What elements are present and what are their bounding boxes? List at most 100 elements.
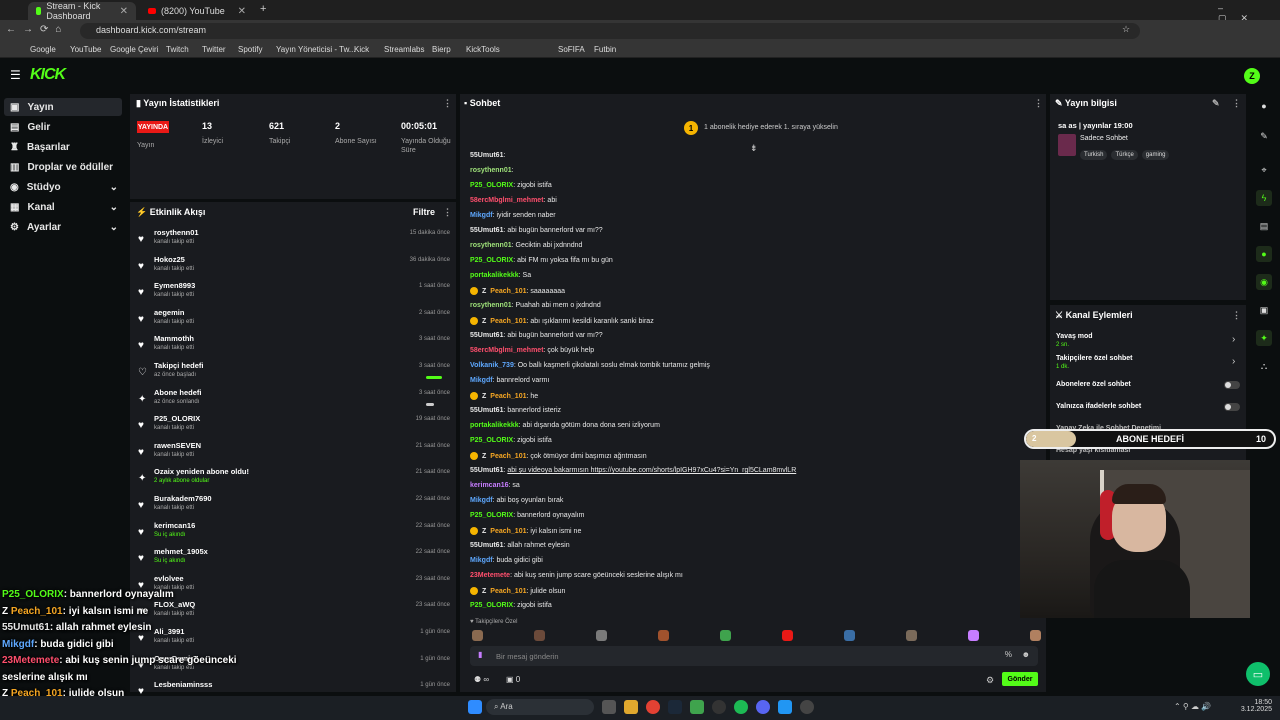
bookmark-yayin-yoneticisi[interactable]: Yayın Yöneticisi - Tw... [276,45,356,54]
bookmark-twitter[interactable]: Twitter [202,45,226,54]
chat-message[interactable]: 55Umut61: allah rahmet eylesin [470,542,570,549]
spotify-icon[interactable] [734,700,748,714]
scroll-down-icon[interactable]: ⇟ [750,143,758,154]
emote-icon[interactable] [906,630,917,641]
chat-username[interactable]: 55Umut61 [470,542,503,549]
emote-icon[interactable] [534,630,545,641]
subs-only-toggle[interactable] [1224,381,1240,389]
chat-username[interactable]: 55Umut61 [470,332,503,339]
bookmark-kicktools[interactable]: KickTools [466,45,500,54]
chat-message[interactable]: 58ercMbglmi_mehmet: abi [470,197,557,204]
activity-event[interactable]: ♥ Mammothh kanalı takip etti 3 saat önce [134,334,454,361]
chat-message[interactable]: Mikgdf: abi boş oyunları bırak [470,497,563,504]
chat-username[interactable]: portakalikekkk [470,422,519,429]
chat-message[interactable]: kerimcan16: sa [470,482,520,489]
chat-message[interactable]: rosythenn01: Geciktin abi jxdnndnd [470,242,582,249]
emote-icon[interactable] [472,630,483,641]
bookmark-google-ceviri[interactable]: Google Çeviri [110,45,158,54]
chat-message[interactable]: Z Peach_101: julide olsun [470,587,565,595]
support-chat-button[interactable]: ▭ [1246,662,1270,686]
chrome-icon[interactable] [646,700,660,714]
chat-message[interactable]: 58ercMbglmi_mehmet: çok büyük help [470,347,594,354]
more-icon[interactable]: ⋮ [1232,310,1241,321]
activity-event[interactable]: ♥ rawenSEVEN kanalı takip etti 21 saat ö… [134,441,454,468]
chat-username[interactable]: 55Umut61 [470,152,503,159]
app-icon[interactable] [800,700,814,714]
sidebar-item-gelir[interactable]: ▤ Gelir [4,118,122,136]
close-tab-icon[interactable]: ✕ [120,6,128,17]
chat-username[interactable]: Mikgdf [470,557,493,564]
windows-start-icon[interactable] [468,700,482,714]
chat-username[interactable]: 55Umut61 [470,227,503,234]
chat-username[interactable]: 55Umut61 [470,467,503,474]
chat-message[interactable]: 55Umut61: bannerlord isteriz [470,407,561,414]
emote-icon[interactable] [1030,630,1041,641]
edit-icon[interactable]: ✎ [1212,98,1220,109]
sidebar-item-kanal[interactable]: ▦ Kanal ⌄ [4,198,122,216]
activity-event[interactable]: ♥ P25_OLORIX kanalı takip etti 19 saat ö… [134,414,454,441]
emote-icon[interactable] [968,630,979,641]
chat-username[interactable]: 58ercMbglmi_mehmet [470,197,544,204]
chat-message[interactable]: Mikgdf: buda gidici gibi [470,557,543,564]
app-icon[interactable] [690,700,704,714]
chat-message[interactable]: Z Peach_101: abı ışıklarımı kesildi karan… [470,317,654,325]
discord-icon[interactable] [756,700,770,714]
chat-username[interactable]: Peach_101 [490,528,526,535]
activity-event[interactable]: ♥ rosythenn01 kanalı takip etti 15 dakik… [134,228,454,255]
tab-youtube[interactable]: (8200) YouTube ✕ [140,2,254,20]
sidebar-item-ayarlar[interactable]: ⚙ Ayarlar ⌄ [4,218,122,236]
chat-message[interactable]: Z Peach_101: iyi kalsın ismi ne [470,527,581,535]
chat-message[interactable]: 23Metemete: abi kuş senin jump scare göe… [470,572,683,579]
chat-username[interactable]: rosythenn01 [470,302,512,309]
bookmark-futbin[interactable]: Futbin [594,45,616,54]
activity-event[interactable]: ♥ evlolvee kanalı takip etti 23 saat önc… [134,574,454,601]
chat-message[interactable]: 55Umut61: abi bugün bannerlord var mı?? [470,227,603,234]
chat-username[interactable]: 55Umut61 [470,407,503,414]
activity-event[interactable]: ♥ Burakadem7690 kanalı takip etti 22 saa… [134,494,454,521]
bookmark-sofifa[interactable]: SoFIFA [558,45,585,54]
chat-message[interactable]: portakalikekkk: abi dışarıda götüm dona … [470,422,660,429]
activity-event[interactable]: ♡ Takipçi hedefi az önce başladı 3 saat … [134,361,454,388]
store-icon[interactable] [778,700,792,714]
chat-message[interactable]: P25_OLORIX: zigobi istifa [470,182,552,189]
chat-username[interactable]: P25_OLORIX [470,602,513,609]
emoji-icon[interactable]: ☻ [1022,650,1030,659]
chat-message[interactable]: Mikgdf: bannrelord varmı [470,377,549,384]
points-icon[interactable]: ⚉ ∞ [474,675,489,684]
chat-message[interactable]: P25_OLORIX: bannerlord oynayalım [470,512,584,519]
chat-username[interactable]: portakalikekkk [470,272,519,279]
bookmark-kick[interactable]: Kick [354,45,369,54]
chat-settings-icon[interactable]: ⚙ [986,675,994,686]
more-icon[interactable]: ⋮ [1232,98,1241,109]
send-button[interactable]: Gönder [1002,672,1038,686]
activity-event[interactable]: ♥ Ali_3991 kanalı takip etti 1 gün önce [134,627,454,654]
taskbar-search[interactable]: ⌕ Ara [486,699,594,715]
more-icon[interactable]: ⋮ [443,207,452,218]
bookmark-spotify[interactable]: Spotify [238,45,262,54]
chat-message[interactable]: 55Umut61: abi şu videoya bakarmısın http… [470,467,796,474]
chat-username[interactable]: Mikgdf [470,377,493,384]
chat-username[interactable]: 23Metemete [470,572,510,579]
chat-username[interactable]: Mikgdf [470,212,493,219]
activity-event[interactable]: ♥ mehmet_1905x Su iç akındı 22 saat önce [134,547,454,574]
file-explorer-icon[interactable] [624,700,638,714]
emote-only-toggle[interactable] [1224,403,1240,411]
chat-username[interactable]: Peach_101 [490,453,526,460]
info-icon[interactable]: ● [1256,98,1272,114]
pencil-icon[interactable]: ✎ [1256,128,1272,144]
sidebar-item-yayin[interactable]: ▣ Yayın [4,98,122,116]
activity-event[interactable]: ♥ Eymen8993 kanalı takip etti 1 saat önc… [134,281,454,308]
chat-username[interactable]: Peach_101 [490,588,526,595]
broadcast-icon[interactable]: ◉ [1256,274,1272,290]
system-tray-icons[interactable]: ⌃ ⚲ ☁ 🔊 [1174,702,1211,711]
chat-message[interactable]: Z Peach_101: çok ötmüyor dimi başımızı ağ… [470,452,647,460]
share-icon[interactable]: ⛬ [1256,358,1272,374]
chat-username[interactable]: kerimcan16 [470,482,509,489]
nav-buttons[interactable]: ←→⟳⌂ [6,24,68,35]
chat-message[interactable]: P25_OLORIX: zigobi istifa [470,602,552,609]
chat-message[interactable]: Z Peach_101: saaaaaaaa [470,287,565,295]
mic-icon[interactable]: ▮ [478,650,482,659]
chat-message[interactable]: rosythenn01: Puahah abi mem o jxdndnd [470,302,601,309]
chat-username[interactable]: Mikgdf [470,497,493,504]
more-icon[interactable]: ⋮ [443,98,452,109]
